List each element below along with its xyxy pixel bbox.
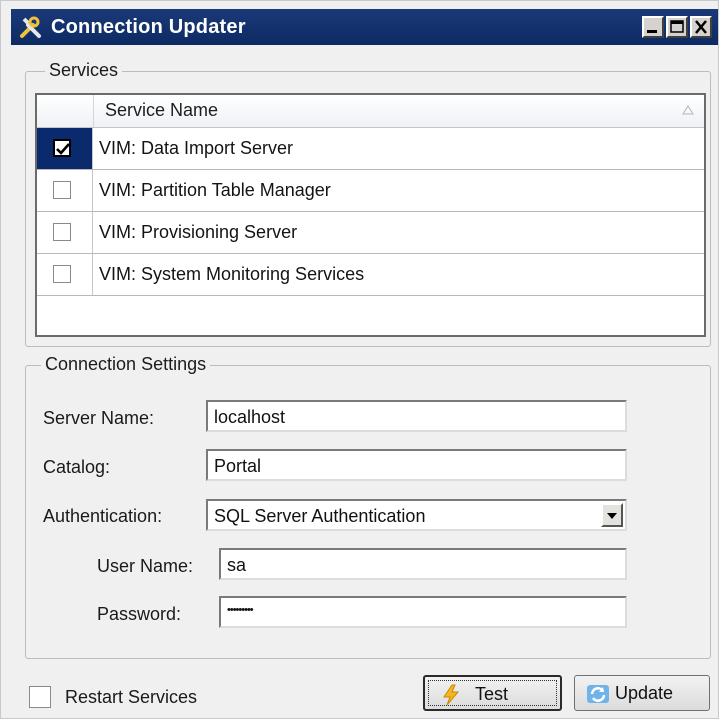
service-row[interactable]: VIM: System Monitoring Services: [37, 254, 704, 296]
services-group-label: Services: [45, 60, 123, 81]
service-checkbox[interactable]: [53, 181, 71, 199]
service-name: VIM: Data Import Server: [99, 138, 294, 158]
checkmark-icon: [56, 143, 70, 155]
chevron-down-icon: [607, 513, 617, 519]
update-button-label: Update: [615, 683, 674, 703]
minimize-icon: [647, 30, 657, 33]
catalog-input[interactable]: Portal: [206, 449, 627, 481]
restart-services-label[interactable]: Restart Services: [65, 687, 197, 708]
service-row[interactable]: VIM: Data Import Server: [37, 128, 704, 170]
authentication-value: SQL Server Authentication: [214, 506, 426, 526]
lightning-icon: [443, 684, 460, 706]
service-row[interactable]: VIM: Partition Table Manager: [37, 170, 704, 212]
service-name: VIM: Provisioning Server: [99, 222, 298, 242]
services-list[interactable]: Service Name VIM: Data Import Server VIM:…: [35, 93, 706, 337]
checkbox-cell: [37, 254, 93, 295]
service-name: VIM: Partition Table Manager: [99, 180, 331, 200]
service-name: VIM: System Monitoring Services: [99, 264, 365, 284]
sort-ascending-icon: [682, 105, 694, 115]
maximize-icon: [670, 20, 684, 33]
authentication-label: Authentication:: [43, 506, 163, 526]
service-checkbox[interactable]: [53, 223, 71, 241]
dropdown-button[interactable]: [601, 503, 623, 527]
checkbox-column-header[interactable]: [37, 95, 94, 127]
catalog-label: Catalog:: [43, 457, 111, 477]
close-button[interactable]: [690, 16, 712, 38]
close-icon: [695, 20, 707, 34]
authentication-select[interactable]: SQL Server Authentication: [206, 499, 627, 531]
maximize-button[interactable]: [666, 16, 688, 38]
refresh-icon: [587, 685, 609, 703]
update-button[interactable]: Update: [574, 675, 710, 711]
list-header: Service Name: [37, 95, 704, 128]
service-name-column-header[interactable]: Service Name: [105, 100, 218, 121]
server-name-input[interactable]: localhost: [206, 400, 627, 432]
checkbox-cell: [37, 128, 93, 169]
title-bar[interactable]: Connection Updater: [11, 9, 718, 45]
checkbox-cell: [37, 212, 93, 253]
restart-services-checkbox[interactable]: [29, 686, 51, 708]
minimize-button[interactable]: [642, 16, 664, 38]
test-button[interactable]: Test: [423, 675, 562, 711]
server-name-label: Server Name:: [43, 408, 155, 428]
service-checkbox[interactable]: [53, 265, 71, 283]
checkbox-cell: [37, 170, 93, 211]
connection-updater-window: Connection Updater Services Service Name: [0, 0, 719, 719]
connection-settings-label: Connection Settings: [41, 354, 211, 375]
username-label: User Name:: [97, 556, 194, 576]
window-title: Connection Updater: [51, 16, 246, 38]
test-button-label: Test: [475, 684, 509, 704]
password-input[interactable]: •••••••••: [219, 596, 627, 628]
username-input[interactable]: sa: [219, 548, 627, 580]
service-checkbox[interactable]: [53, 139, 71, 157]
tools-icon: [19, 16, 43, 40]
password-label: Password:: [97, 604, 182, 624]
service-row[interactable]: VIM: Provisioning Server: [37, 212, 704, 254]
